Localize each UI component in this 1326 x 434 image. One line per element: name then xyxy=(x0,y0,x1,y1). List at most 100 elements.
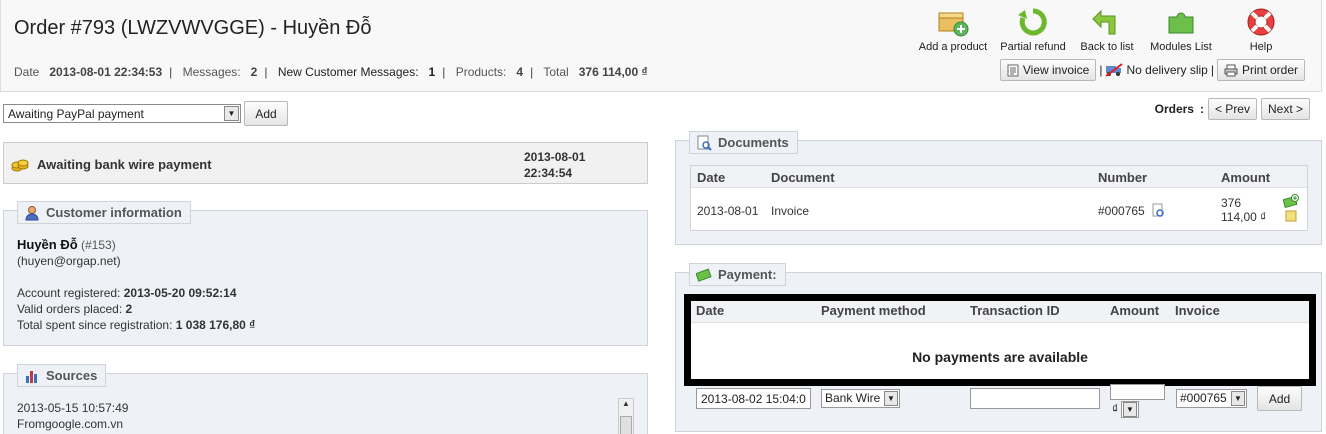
doc-amount: 376 114,00 ₫ xyxy=(1221,196,1266,224)
help-button[interactable]: Help xyxy=(1221,6,1301,53)
add-payment-button[interactable]: Add xyxy=(1257,386,1302,411)
col-amount: Amount xyxy=(1221,170,1271,185)
payment-invoice-value: #000765 xyxy=(1180,391,1227,405)
sources-scrollbar[interactable]: ▲ xyxy=(618,398,634,434)
products-value: 4 xyxy=(516,65,524,79)
doc-type: Invoice xyxy=(771,204,810,218)
payment-method-value: Bank Wire xyxy=(825,391,881,405)
box-add-icon xyxy=(936,6,970,38)
payment-amount-input[interactable] xyxy=(1110,384,1165,400)
currency-symbol: ₫ xyxy=(1112,402,1119,416)
chevron-down-icon[interactable]: ▼ xyxy=(1231,391,1245,406)
source-from-value: google.com.vn xyxy=(45,417,124,431)
chevron-down-icon[interactable]: ▼ xyxy=(1123,402,1137,417)
registered-value: 2013-05-20 09:52:14 xyxy=(123,286,237,300)
payment-method-select[interactable]: Bank Wire ▼ xyxy=(821,389,900,408)
sources-title: Sources xyxy=(46,368,98,383)
add-state-button[interactable]: Add xyxy=(244,101,288,126)
coins-icon xyxy=(11,159,29,172)
prev-order-button[interactable]: < Prev xyxy=(1207,98,1257,120)
doc-amount-line2: 114,00 ₫ xyxy=(1221,210,1267,224)
col-payment-method: Payment method xyxy=(821,303,926,318)
refund-arrow-icon xyxy=(1016,6,1050,38)
order-state-select[interactable]: Awaiting PayPal payment ▼ xyxy=(3,104,241,123)
sources-list: 2013-05-15 10:57:49 Fromgoogle.com.vn xyxy=(17,400,128,432)
bar-chart-icon xyxy=(26,370,37,383)
orders-label: Orders xyxy=(1154,102,1194,116)
currency-select[interactable]: ▼ xyxy=(1121,401,1139,418)
payments-table: Date Payment method Transaction ID Amoun… xyxy=(684,294,1316,386)
messages-label: Messages: xyxy=(182,65,241,79)
view-invoice-label: View invoice xyxy=(1022,63,1090,77)
money-icon xyxy=(696,268,712,282)
modules-list-button[interactable]: Modules List xyxy=(1141,6,1221,53)
documents-title: Documents xyxy=(718,135,789,150)
customer-information-legend: Customer information xyxy=(17,201,191,224)
new-messages-value: 1 xyxy=(428,65,436,79)
next-order-button[interactable]: Next > xyxy=(1260,98,1310,120)
user-icon xyxy=(25,205,39,220)
lifebuoy-icon xyxy=(1244,6,1278,38)
no-payments-message: No payments are available xyxy=(912,349,1088,365)
transaction-id-input[interactable] xyxy=(970,388,1100,409)
note-icon[interactable] xyxy=(1285,210,1297,222)
truck-crossed-icon xyxy=(1105,63,1124,77)
order-state-value: Awaiting PayPal payment xyxy=(8,107,144,121)
magnifier-document-icon[interactable] xyxy=(1152,203,1166,218)
toolbar: Add a product Partial refund Back to lis… xyxy=(913,6,1301,53)
messages-value: 2 xyxy=(250,65,258,79)
customer-information-panel: Customer information Huyền Đỗ (#153) (hu… xyxy=(3,201,648,346)
new-messages-label: New Customer Messages: xyxy=(277,65,419,79)
view-invoice-button[interactable]: View invoice xyxy=(999,59,1097,81)
chevron-down-icon[interactable]: ▼ xyxy=(884,391,898,406)
doc-amount-line1: 376 xyxy=(1221,196,1242,210)
partial-refund-label: Partial refund xyxy=(1000,41,1066,53)
date-label: Date xyxy=(14,65,40,79)
total-value: 376 114,00 ₫ xyxy=(578,65,648,79)
valid-orders-value: 2 xyxy=(125,302,133,316)
add-product-label: Add a product xyxy=(918,41,988,53)
no-delivery-slip-text: No delivery slip xyxy=(1126,63,1208,77)
add-product-button[interactable]: Add a product xyxy=(913,6,993,53)
documents-table: Date Document Number Amount 2013-08-01 I… xyxy=(690,165,1308,231)
payment-invoice-select[interactable]: #000765 ▼ xyxy=(1176,389,1247,408)
customer-email[interactable]: (huyen@orgap.net) xyxy=(17,253,255,269)
customer-name[interactable]: Huyền Đỗ xyxy=(17,237,78,252)
scroll-up-icon[interactable]: ▲ xyxy=(619,399,633,408)
valid-orders-label: Valid orders placed: xyxy=(17,302,123,316)
print-order-button[interactable]: Print order xyxy=(1216,59,1305,81)
status-date: 2013-08-01 22:34:54 xyxy=(524,149,585,181)
col-transaction-id: Transaction ID xyxy=(970,303,1060,318)
back-arrow-icon xyxy=(1090,6,1124,38)
scroll-thumb[interactable] xyxy=(620,416,632,434)
status-date-time: 22:34:54 xyxy=(524,166,573,180)
back-to-list-label: Back to list xyxy=(1080,41,1134,53)
doc-date: 2013-08-01 xyxy=(697,204,759,218)
invoice-icon xyxy=(1007,64,1019,76)
separator: | xyxy=(1210,63,1214,77)
partial-refund-button[interactable]: Partial refund xyxy=(993,6,1073,53)
document-buttons: View invoice | No delivery slip | Print … xyxy=(999,59,1305,81)
payment-date-input[interactable]: 2013-08-02 15:04:0 xyxy=(696,388,811,409)
back-to-list-button[interactable]: Back to list xyxy=(1073,6,1141,53)
customer-information-title: Customer information xyxy=(46,205,182,220)
puzzle-icon xyxy=(1164,6,1198,38)
current-status: Awaiting bank wire payment 2013-08-01 22… xyxy=(3,142,648,184)
total-spent-label: Total spent since registration: xyxy=(17,318,173,332)
printer-icon xyxy=(1224,64,1238,76)
help-label: Help xyxy=(1249,41,1273,53)
chevron-down-icon[interactable]: ▼ xyxy=(224,106,239,121)
col-document: Document xyxy=(771,170,835,185)
payment-title: Payment: xyxy=(718,267,777,282)
orders-navigation: Orders: < Prev Next > xyxy=(1155,98,1310,120)
document-search-icon xyxy=(697,135,712,151)
orders-colon: : xyxy=(1199,102,1204,116)
add-payment-icon[interactable] xyxy=(1283,194,1299,208)
registered-label: Account registered: xyxy=(17,286,121,300)
customer-details: Huyền Đỗ (#153) (huyen@orgap.net) Accoun… xyxy=(17,237,255,333)
doc-number[interactable]: #000765 xyxy=(1098,204,1145,218)
page-title: Order #793 (LWZVWVGGE) - Huyền Đỗ xyxy=(14,17,372,39)
separator: | xyxy=(1099,63,1103,77)
total-spent-value: 1 038 176,80 ₫ xyxy=(175,318,256,332)
documents-panel: Documents Date Document Number Amount 20… xyxy=(675,131,1322,245)
